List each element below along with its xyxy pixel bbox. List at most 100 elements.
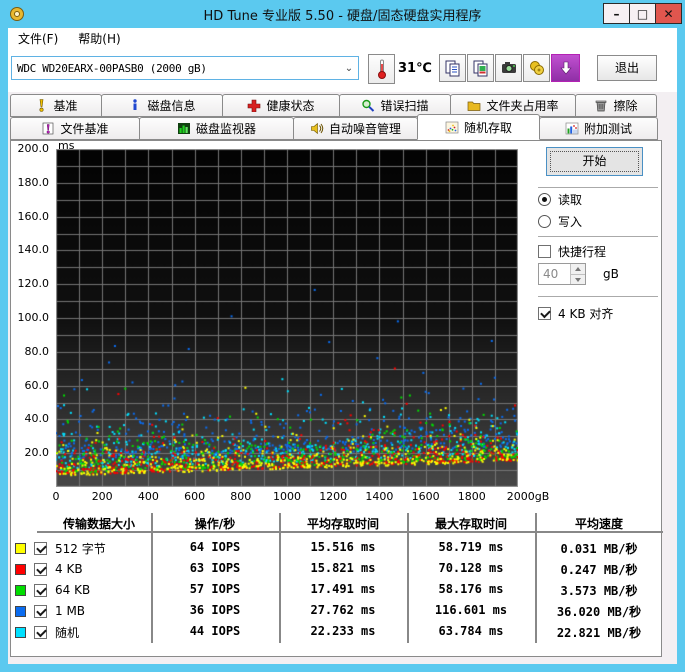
copy-image-button[interactable] bbox=[467, 54, 494, 82]
toolbar: WDC WD20EARX-00PASB0 (2000 gB) ⌄ 31℃ 退出 bbox=[8, 49, 677, 92]
write-label: 写入 bbox=[558, 215, 583, 229]
client-area: 文件(F) 帮助(H) WDC WD20EARX-00PASB0 (2000 g… bbox=[8, 28, 677, 664]
tab-random-access[interactable]: 随机存取 bbox=[417, 114, 540, 140]
table-cell: 22.233 ms bbox=[310, 624, 376, 638]
maximize-button[interactable]: □ bbox=[629, 3, 656, 24]
window-title: HD Tune 专业版 5.50 - 硬盘/固态硬盘实用程序 bbox=[203, 9, 482, 24]
copy-text-icon bbox=[445, 60, 459, 77]
table-row: 1 MB bbox=[15, 601, 85, 621]
tab-file-benchmark[interactable]: 文件基准 bbox=[10, 117, 140, 140]
info-icon bbox=[133, 99, 138, 110]
short-stroke-label: 快捷行程 bbox=[558, 245, 607, 259]
tab-label: 擦除 bbox=[613, 99, 638, 113]
spinner-value: 40 bbox=[543, 267, 559, 281]
tab-label: 基准 bbox=[53, 99, 78, 113]
table-cell: 15.821 ms bbox=[310, 561, 376, 575]
tab-label: 文件基准 bbox=[60, 122, 109, 136]
drive-select-value: WDC WD20EARX-00PASB0 (2000 gB) bbox=[17, 61, 207, 75]
write-option[interactable]: 写入 bbox=[538, 213, 582, 230]
column-divider bbox=[535, 513, 537, 643]
align-label: 4 KB 对齐 bbox=[558, 307, 614, 321]
table-cell: 15.516 ms bbox=[310, 540, 376, 554]
x-tick-label: 400 bbox=[137, 490, 159, 503]
align-checkbox[interactable] bbox=[538, 307, 551, 320]
x-tick-label: 2000gB bbox=[506, 490, 550, 503]
short-stroke-option[interactable]: 快捷行程 bbox=[538, 243, 606, 260]
tab-aam[interactable]: 自动噪音管理 bbox=[293, 117, 418, 140]
x-tick-label: 600 bbox=[184, 490, 206, 503]
series-checkbox[interactable] bbox=[34, 541, 47, 555]
series-checkbox[interactable] bbox=[34, 604, 47, 618]
y-tick-label: 140.0 bbox=[17, 243, 50, 257]
camera-icon bbox=[501, 62, 516, 73]
benchmark-icon bbox=[39, 99, 44, 112]
spinner-down-icon[interactable] bbox=[571, 274, 585, 284]
series-color-swatch bbox=[15, 542, 26, 554]
y-tick-label: 100.0 bbox=[17, 311, 50, 324]
tab-erase[interactable]: 擦除 bbox=[575, 94, 657, 117]
trash-icon bbox=[596, 100, 607, 112]
drive-select[interactable]: WDC WD20EARX-00PASB0 (2000 gB) ⌄ bbox=[11, 56, 359, 80]
short-stroke-size-spinner[interactable]: 40 bbox=[538, 263, 586, 285]
table-cell: 64 IOPS bbox=[189, 540, 241, 554]
tab-disk-info[interactable]: 磁盘信息 bbox=[101, 94, 223, 117]
tab-row-2: 文件基准 磁盘监视器 自动噪音管理 随机存取 附加测试 bbox=[10, 114, 662, 140]
read-radio[interactable] bbox=[538, 193, 551, 206]
extra-tests-icon bbox=[565, 122, 579, 135]
update-check-button[interactable] bbox=[551, 54, 580, 82]
series-checkbox[interactable] bbox=[34, 583, 47, 597]
table-cell: 3.573 MB/秒 bbox=[560, 584, 638, 598]
col-transfer-size: 传输数据大小 bbox=[62, 517, 136, 531]
screenshot-button[interactable] bbox=[495, 54, 522, 82]
x-tick-label: 1800 bbox=[457, 490, 486, 503]
coins-icon bbox=[529, 61, 544, 75]
series-checkbox[interactable] bbox=[34, 625, 47, 639]
read-label: 读取 bbox=[558, 193, 583, 207]
header-underline bbox=[37, 531, 663, 533]
x-tick-label: 0 bbox=[52, 490, 60, 503]
tab-label: 附加测试 bbox=[583, 122, 632, 136]
access-time-scatter-chart bbox=[56, 149, 518, 487]
menu-file[interactable]: 文件(F) bbox=[8, 28, 68, 49]
separator bbox=[538, 187, 658, 188]
y-tick-label: 160.0 bbox=[17, 209, 50, 223]
y-tick-label: 40.0 bbox=[24, 412, 50, 426]
menu-bar: 文件(F) 帮助(H) bbox=[8, 28, 677, 49]
table-cell: 22.821 MB/秒 bbox=[556, 626, 642, 640]
column-divider bbox=[151, 513, 153, 643]
tab-health[interactable]: 健康状态 bbox=[222, 94, 340, 117]
minimize-button[interactable]: – bbox=[603, 3, 630, 24]
y-tick-label: 200.0 bbox=[17, 142, 50, 155]
tab-extra-tests[interactable]: 附加测试 bbox=[539, 117, 658, 140]
short-stroke-checkbox[interactable] bbox=[538, 245, 551, 258]
x-tick-label: 1200 bbox=[319, 490, 348, 503]
table-cell: 27.762 ms bbox=[310, 603, 376, 617]
table-cell: 63.784 ms bbox=[438, 624, 504, 638]
table-cell: 17.491 ms bbox=[310, 582, 376, 596]
series-color-swatch bbox=[15, 584, 26, 596]
tab-benchmark[interactable]: 基准 bbox=[10, 94, 102, 117]
tab-label: 自动噪音管理 bbox=[328, 122, 401, 136]
start-button[interactable]: 开始 bbox=[546, 147, 643, 176]
tab-row-1: 基准 磁盘信息 健康状态 错误扫描 文件夹占用率 擦除 bbox=[10, 94, 662, 117]
x-tick-label: 1600 bbox=[411, 490, 440, 503]
gb-unit-label: gB bbox=[603, 267, 619, 281]
read-option[interactable]: 读取 bbox=[538, 191, 582, 208]
table-cell: 70.128 ms bbox=[438, 561, 504, 575]
spinner-up-icon[interactable] bbox=[571, 264, 585, 275]
col-max-access-time: 最大存取时间 bbox=[434, 517, 508, 531]
align-option[interactable]: 4 KB 对齐 bbox=[538, 305, 613, 322]
table-cell: 0.031 MB/秒 bbox=[560, 542, 638, 556]
series-checkbox[interactable] bbox=[34, 562, 47, 576]
y-tick-label: 60.0 bbox=[24, 378, 50, 392]
download-arrow-icon bbox=[559, 61, 572, 75]
tab-disk-monitor[interactable]: 磁盘监视器 bbox=[139, 117, 294, 140]
write-radio[interactable] bbox=[538, 215, 551, 228]
copy-text-button[interactable] bbox=[439, 54, 466, 82]
close-button[interactable]: ✕ bbox=[655, 3, 682, 24]
temperature-button[interactable] bbox=[368, 54, 395, 84]
exit-button[interactable]: 退出 bbox=[597, 55, 657, 81]
tab-label: 文件夹占用率 bbox=[486, 99, 559, 113]
menu-help[interactable]: 帮助(H) bbox=[68, 28, 130, 49]
registration-button[interactable] bbox=[523, 54, 550, 82]
